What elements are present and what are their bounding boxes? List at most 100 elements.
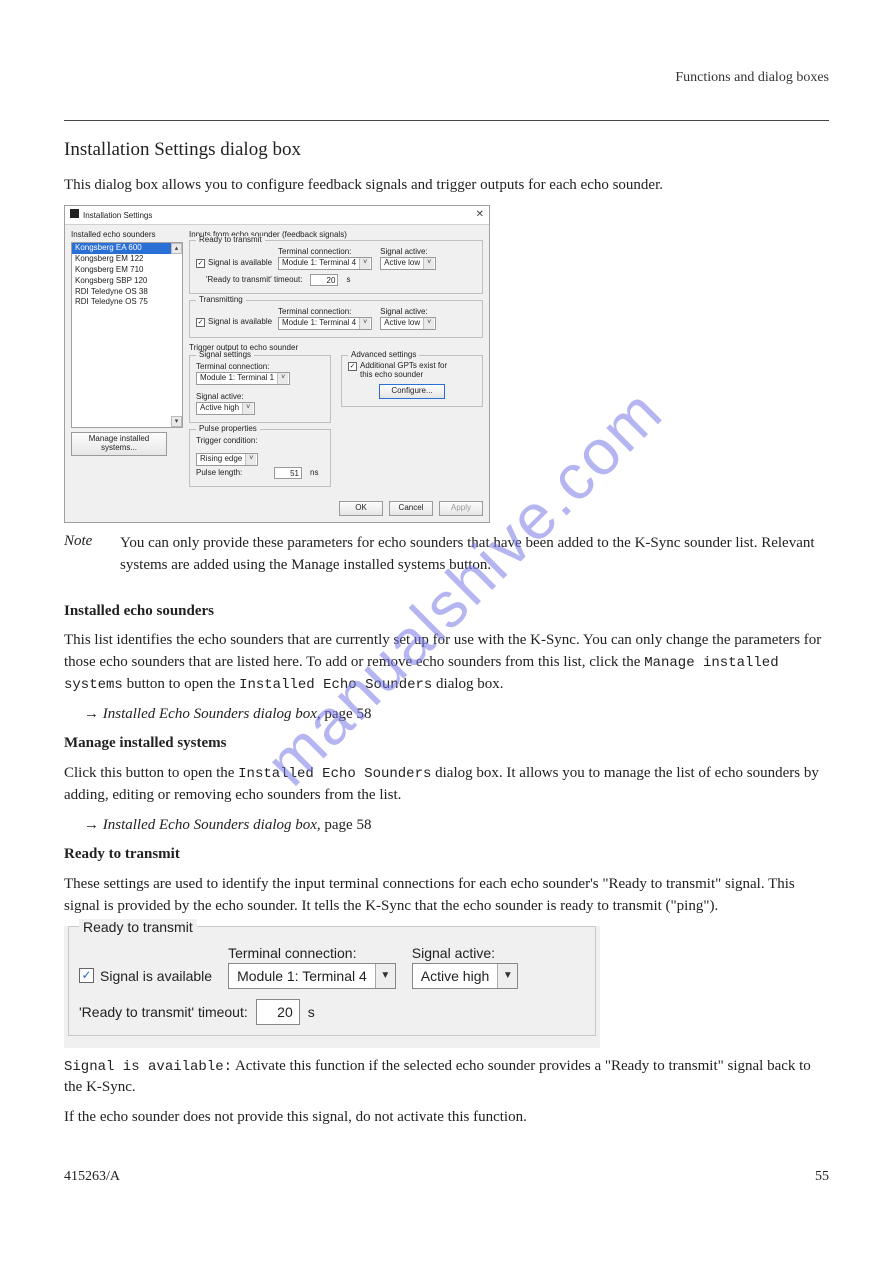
app-icon [70,209,79,218]
panel2-terminal-select[interactable]: Module 1: Terminal 4 ▼ [228,963,396,989]
panel2-sigact-select[interactable]: Active high ▼ [412,963,518,989]
transmitting-frame: Transmitting ✓ Signal is available Termi… [189,300,483,338]
ready-to-transmit-panel: Ready to transmit ✓ Signal is available … [64,926,600,1048]
ready-timeout-unit: s [346,276,350,285]
rtt-heading: Ready to transmit [64,844,829,866]
chevron-down-icon: ˅ [242,403,253,414]
sigset-sigact-select[interactable]: Active high ˅ [196,402,255,415]
panel2-sigact-value: Active high [413,968,497,984]
installed-paragraph: This list identifies the echo sounders t… [64,630,829,695]
plen-field[interactable]: 51 [274,467,302,479]
related-link-1: → Installed Echo Sounders dialog box, pa… [84,704,829,726]
plen-unit: ns [310,469,318,478]
installed-sounders-listbox[interactable]: ▴ Kongsberg EA 600 Kongsberg EM 122 Kong… [71,242,183,428]
installation-settings-dialog: Installation Settings ✕ Installed echo s… [64,205,490,523]
list-item[interactable]: Kongsberg EM 710 [72,265,182,276]
panel2-caption: Ready to transmit [79,919,197,935]
note-body: You can only provide these parameters fo… [120,533,829,577]
trigcond-value: Rising edge [200,455,242,464]
installed-sounders-label: Installed echo sounders [71,231,183,240]
dialog-title: Installation Settings [83,211,152,220]
chevron-down-icon: ▼ [375,964,395,988]
ready-sigact-value: Active low [384,259,420,268]
sigset-terminal-label: Terminal connection: [196,363,290,372]
panel2-terminal-label: Terminal connection: [228,945,396,961]
list-item[interactable]: Kongsberg EM 122 [72,254,182,265]
panel2-signal-available-checkbox[interactable]: ✓ Signal is available [79,968,212,984]
ready-terminal-select[interactable]: Module 1: Terminal 4 ˅ [278,257,372,270]
transmitting-terminal-label: Terminal connection: [278,308,372,317]
close-icon[interactable]: ✕ [476,209,484,220]
plen-label: Pulse length: [196,469,266,478]
section-title: Installation Settings dialog box [64,139,829,161]
transmitting-sigact-value: Active low [384,319,420,328]
ready-signal-available-label: Signal is available [208,259,272,268]
ready-timeout-label: 'Ready to transmit' timeout: [206,276,302,285]
list-item[interactable]: RDI Teledyne OS 38 [72,287,182,298]
manage-installed-systems-button[interactable]: Manage installed systems... [71,432,167,456]
sigset-terminal-value: Module 1: Terminal 1 [200,374,274,383]
signal-available-definition: Signal is available: Activate this funct… [64,1056,829,1100]
header-rule [64,120,829,121]
checkbox-icon: ✓ [79,968,94,983]
ready-sigact-label: Signal active: [380,248,436,257]
pulse-properties-frame: Pulse properties Trigger condition: Risi… [189,429,331,488]
page-header-space [64,60,829,70]
sigset-terminal-select[interactable]: Module 1: Terminal 1 ˅ [196,372,290,385]
panel2-terminal-value: Module 1: Terminal 4 [229,968,375,984]
transmitting-signal-available-label: Signal is available [208,318,272,327]
apply-button[interactable]: Apply [439,501,483,516]
advanced-settings-frame: Advanced settings ✓ Additional GPTs exis… [341,355,483,407]
pulse-caption: Pulse properties [196,425,260,434]
header-text: Functions and dialog boxes [64,70,829,86]
chevron-down-icon: ˅ [277,373,288,384]
transmitting-terminal-select[interactable]: Module 1: Terminal 4 ˅ [278,317,372,330]
checkbox-icon: ✓ [196,318,205,327]
related-link-2: → Installed Echo Sounders dialog box, pa… [84,815,829,837]
configure-button[interactable]: Configure... [379,384,445,399]
panel2-timeout-label: 'Ready to transmit' timeout: [79,1004,248,1020]
ok-button[interactable]: OK [339,501,383,516]
transmitting-terminal-value: Module 1: Terminal 4 [282,319,356,328]
advanced-caption: Advanced settings [348,351,419,360]
panel2-cb-label: Signal is available [100,968,212,984]
transmitting-caption: Transmitting [196,296,246,305]
list-item[interactable]: Kongsberg EA 600 [72,243,182,254]
panel2-sigact-label: Signal active: [412,945,518,961]
note-label: Note [64,533,108,550]
list-item[interactable]: RDI Teledyne OS 75 [72,297,182,308]
sigset-sigact-value: Active high [200,404,239,413]
transmitting-sigact-label: Signal active: [380,308,436,317]
chevron-down-icon: ▼ [497,964,517,988]
footer-pagenum: 55 [815,1169,829,1185]
ready-signal-available-checkbox[interactable]: ✓ Signal is available [196,259,272,268]
ready-sigact-select[interactable]: Active low ˅ [380,257,436,270]
installed-heading: Installed echo sounders [64,601,829,623]
checkbox-icon: ✓ [196,259,205,268]
chevron-down-icon: ˅ [359,258,370,269]
chevron-down-icon: ˅ [245,454,256,465]
scroll-down-icon[interactable]: ▾ [171,416,182,427]
signal-settings-caption: Signal settings [196,351,254,360]
ready-timeout-field[interactable]: 20 [310,274,338,286]
trigcond-label: Trigger condition: [196,437,266,446]
transmitting-sigact-select[interactable]: Active low ˅ [380,317,436,330]
footer-docid: 415263/A [64,1169,120,1185]
panel2-timeout-field[interactable]: 20 [256,999,300,1025]
chevron-down-icon: ˅ [423,258,434,269]
list-item[interactable]: Kongsberg SBP 120 [72,276,182,287]
scroll-up-icon[interactable]: ▴ [171,243,182,254]
additional-gpts-checkbox[interactable]: ✓ Additional GPTs exist for this echo so… [348,362,450,380]
manage-paragraph: Click this button to open the Installed … [64,763,829,807]
sigset-sigact-label: Signal active: [196,393,255,402]
additional-gpts-label: Additional GPTs exist for this echo soun… [360,362,450,380]
chevron-down-icon: ˅ [359,318,370,329]
intro-text: This dialog box allows you to configure … [64,175,829,197]
ready-terminal-label: Terminal connection: [278,248,372,257]
ready-to-transmit-frame: Ready to transmit ✓ Signal is available … [189,240,483,294]
rtt-paragraph: These settings are used to identify the … [64,874,829,918]
trigcond-select[interactable]: Rising edge ˅ [196,453,258,466]
panel2-timeout-unit: s [308,1004,315,1020]
cancel-button[interactable]: Cancel [389,501,433,516]
transmitting-signal-available-checkbox[interactable]: ✓ Signal is available [196,318,272,327]
